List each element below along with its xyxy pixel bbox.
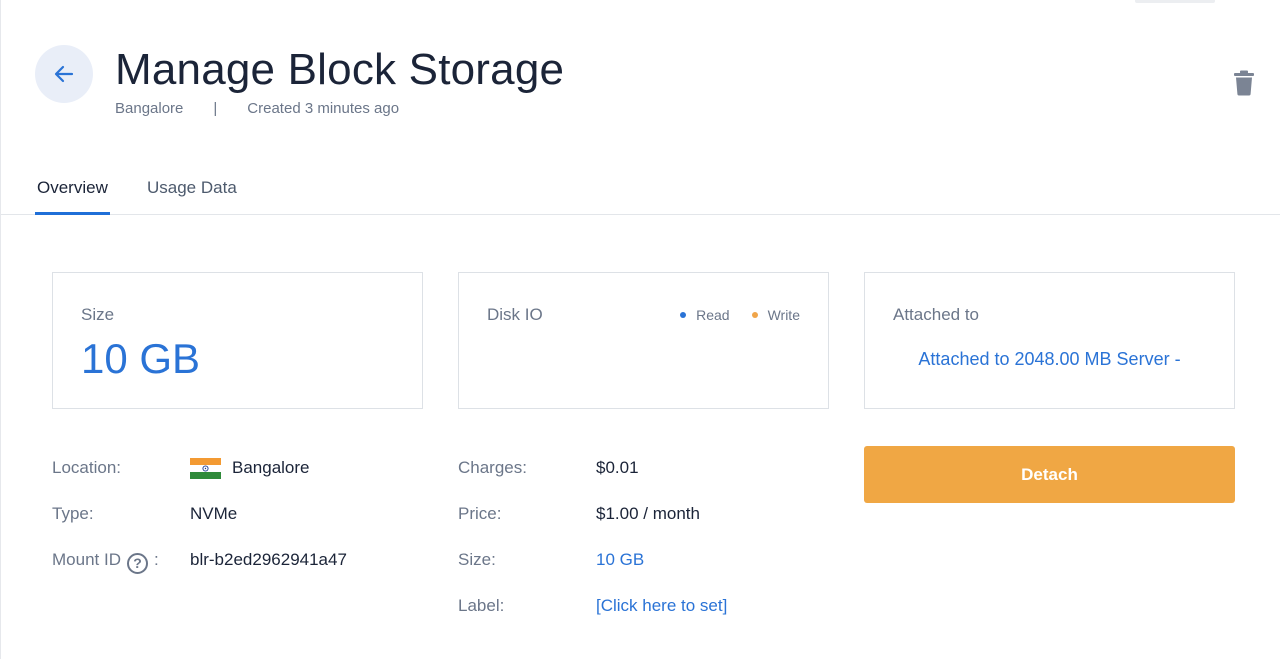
legend-read-label: Read (696, 307, 730, 323)
active-tab-indicator (35, 212, 110, 215)
size-card-label: Size (81, 305, 115, 324)
tab-bar: Overview Usage Data (1, 160, 1280, 215)
set-label-link[interactable]: [Click here to set] (596, 594, 727, 618)
india-flag-icon (190, 458, 221, 479)
price-label: Price: (458, 504, 502, 523)
price-value: $1.00 / month (596, 504, 700, 523)
size-card: Size 10 GB (52, 272, 423, 409)
charges-value: $0.01 (596, 458, 639, 477)
mount-id-colon: : (153, 550, 159, 569)
subtitle-created: Created 3 minutes ago (247, 100, 400, 117)
help-icon[interactable]: ? (126, 553, 148, 574)
read-dot-icon (680, 312, 687, 318)
write-dot-icon (751, 312, 758, 318)
page-title: Manage Block Storage (115, 45, 565, 94)
page-subtitle: Bangalore | Created 3 minutes ago (115, 100, 399, 117)
top-edge-tab (1135, 0, 1215, 3)
location-value: Bangalore (232, 458, 310, 477)
disk-io-card-label: Disk IO (487, 305, 543, 324)
charges-label: Charges: (458, 458, 527, 477)
detach-button[interactable]: Detach (864, 446, 1235, 503)
tab-overview[interactable]: Overview (37, 176, 108, 200)
legend-write-label: Write (767, 307, 800, 323)
arrow-left-icon (54, 65, 74, 83)
location-label: Location: (52, 458, 121, 477)
back-button[interactable] (35, 45, 93, 103)
subtitle-separator: | (213, 100, 218, 117)
size-detail-link[interactable]: 10 GB (596, 548, 644, 572)
attached-server-link[interactable]: Attached to 2048.00 MB Server - (865, 349, 1234, 370)
mount-id-label: Mount ID (52, 550, 121, 569)
type-label: Type: (52, 504, 94, 523)
size-detail-label: Size: (458, 550, 496, 569)
mount-id-label-group: Mount ID?: (52, 548, 159, 574)
attached-card-label: Attached to (893, 305, 980, 324)
mount-id-value: blr-b2ed2962941a47 (190, 550, 347, 569)
legend-write: Write (751, 307, 800, 323)
type-value: NVMe (190, 504, 238, 523)
legend-read: Read (680, 307, 730, 323)
disk-io-card: Disk IO Read Write (458, 272, 829, 409)
tab-usage-data[interactable]: Usage Data (147, 176, 237, 200)
size-card-value: 10 GB (81, 335, 201, 382)
page: Manage Block Storage Bangalore | Created… (0, 0, 1280, 659)
subtitle-location: Bangalore (115, 100, 184, 117)
disk-io-legend: Read Write (658, 307, 800, 323)
attached-card: Attached to Attached to 2048.00 MB Serve… (864, 272, 1235, 409)
trash-icon[interactable] (1233, 70, 1255, 96)
label-detail-label: Label: (458, 596, 505, 615)
